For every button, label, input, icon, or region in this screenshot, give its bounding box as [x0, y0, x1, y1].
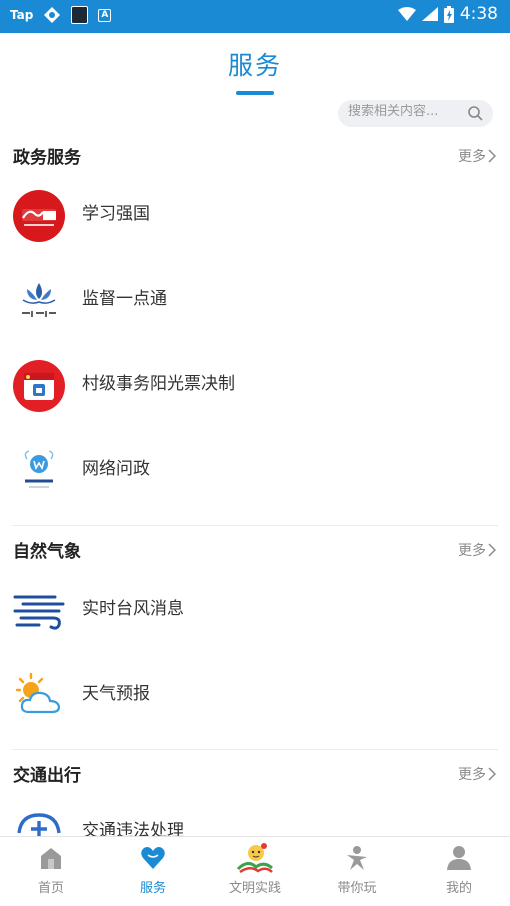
chevron-right-icon [488, 149, 496, 163]
section-divider [12, 749, 498, 750]
heart-icon [141, 847, 165, 869]
list-item-typhoon[interactable]: 实时台风消息 [0, 577, 510, 647]
more-link[interactable]: 更多 [458, 146, 496, 166]
tab-label: 带你玩 [337, 881, 377, 896]
qinglian-lotus-logo [21, 283, 57, 318]
civilization-mascot-icon [236, 843, 273, 873]
more-label: 更多 [458, 767, 486, 783]
status-system: 4:38 [397, 4, 498, 24]
a-notification-icon: A [98, 8, 112, 22]
bottom-tab-bar: 首页 服务 文明实践 带你玩 我的 [0, 836, 510, 906]
tab-label: 服务 [139, 881, 166, 896]
section-divider [12, 525, 498, 526]
tab-profile[interactable]: 我的 [408, 837, 510, 906]
chevron-right-icon [488, 543, 496, 557]
item-label: 网络问政 [82, 459, 150, 479]
section-header: 政务服务 更多 [0, 141, 510, 171]
traffic-violation-icon [17, 813, 61, 836]
section-header: 自然气象 更多 [0, 535, 510, 565]
xuexi-qiangguo-logo [13, 190, 65, 242]
section-weather: 自然气象 更多 [0, 535, 510, 565]
clock: 4:38 [459, 4, 498, 24]
list-item-village-affairs[interactable]: 村级事务阳光票决制 [0, 352, 510, 422]
section-title: 政务服务 [13, 148, 81, 168]
weather-sun-cloud-icon [15, 672, 61, 714]
section-header: 交通出行 更多 [0, 759, 510, 789]
section-transport: 交通出行 更多 [0, 759, 510, 789]
tab-services[interactable]: 服务 [102, 837, 204, 906]
wifi-icon [397, 7, 416, 21]
tab-label: 首页 [37, 881, 64, 896]
section-title: 交通出行 [13, 766, 81, 786]
signal-icon [421, 7, 438, 21]
status-bar: Tap A 4:38 [0, 0, 510, 33]
search-icon[interactable] [467, 105, 483, 121]
battery-icon [443, 5, 454, 23]
item-label: 天气预报 [82, 684, 150, 704]
list-item-xuexi[interactable]: 学习强国 [0, 182, 510, 252]
section-government-services: 政务服务 更多 [0, 141, 510, 171]
status-notifications: Tap A [10, 6, 112, 24]
item-label: 学习强国 [82, 204, 150, 224]
section-title: 自然气象 [13, 542, 81, 562]
title-underline [236, 91, 274, 95]
typhoon-wind-icon [13, 595, 65, 630]
more-link[interactable]: 更多 [458, 764, 496, 784]
list-item-traffic-violation[interactable]: 交通违法处理 [0, 801, 510, 836]
search-box[interactable] [338, 100, 493, 127]
more-label: 更多 [458, 149, 486, 165]
profile-icon [447, 846, 471, 870]
tap-app-badge: Tap [10, 8, 34, 22]
tab-label: 文明实践 [228, 881, 281, 896]
tab-play[interactable]: 带你玩 [306, 837, 408, 906]
page-title: 服务 [227, 51, 282, 80]
list-item-online-politics[interactable]: 网络问政 [0, 437, 510, 507]
item-label: 监督一点通 [82, 289, 167, 309]
list-item-weather-forecast[interactable]: 天气预报 [0, 662, 510, 732]
item-label: 实时台风消息 [82, 599, 184, 619]
wangluo-wenzheng-logo [24, 450, 54, 488]
notification-square-icon [71, 6, 89, 24]
item-label: 交通违法处理 [82, 821, 184, 836]
item-label: 村级事务阳光票决制 [82, 374, 235, 394]
chevron-right-icon [488, 767, 496, 781]
village-affairs-logo [13, 360, 65, 412]
list-item-supervision[interactable]: 监督一点通 [0, 267, 510, 337]
play-figure-icon [347, 846, 367, 870]
tab-civilization[interactable]: 文明实践 [204, 837, 306, 906]
rotate-icon [44, 7, 61, 23]
home-icon [41, 848, 61, 869]
more-label: 更多 [458, 543, 486, 559]
search-input[interactable] [348, 104, 458, 119]
more-link[interactable]: 更多 [458, 540, 496, 560]
tab-home[interactable]: 首页 [0, 837, 102, 906]
tab-label: 我的 [445, 881, 472, 896]
